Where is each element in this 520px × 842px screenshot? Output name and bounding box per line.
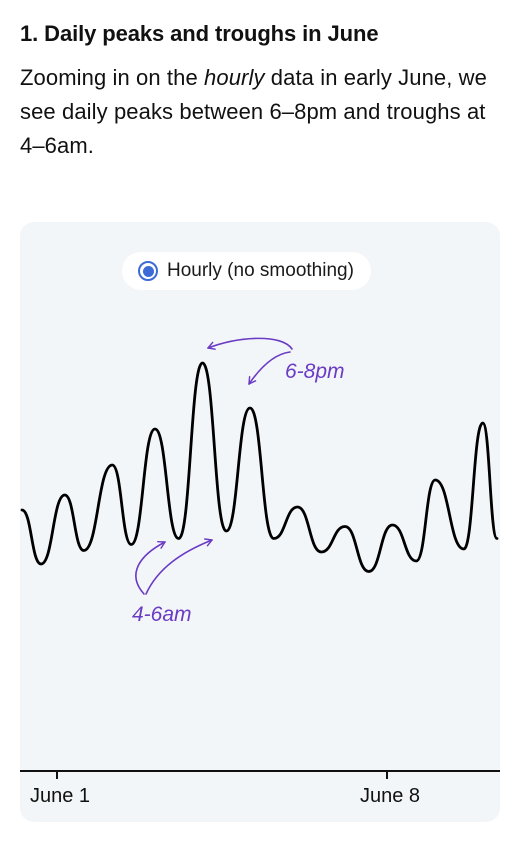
description-emphasis: hourly <box>204 65 265 90</box>
x-tick-label-june-1: June 1 <box>30 785 90 807</box>
section-description: Zooming in on the hourly data in early J… <box>20 61 505 163</box>
x-tick-label-june-8: June 8 <box>360 785 420 807</box>
series-line-hourly <box>20 361 499 573</box>
description-text-1: Zooming in on the <box>20 65 205 90</box>
annotation-peaks <box>207 337 293 385</box>
annotation-troughs <box>135 538 213 595</box>
chart-panel: Hourly (no smoothing) June 1 June 8 6-8p… <box>20 222 500 822</box>
annotation-troughs-label: 4-6am <box>132 603 192 626</box>
annotation-peaks-arrow-1 <box>207 337 293 350</box>
annotation-peaks-label: 6-8pm <box>285 360 345 383</box>
section-heading: 1. Daily peaks and troughs in June <box>20 21 379 46</box>
chart: June 1 June 8 6-8pm 4-6am <box>20 337 500 807</box>
annotation-peaks-arrow-2 <box>248 351 291 385</box>
